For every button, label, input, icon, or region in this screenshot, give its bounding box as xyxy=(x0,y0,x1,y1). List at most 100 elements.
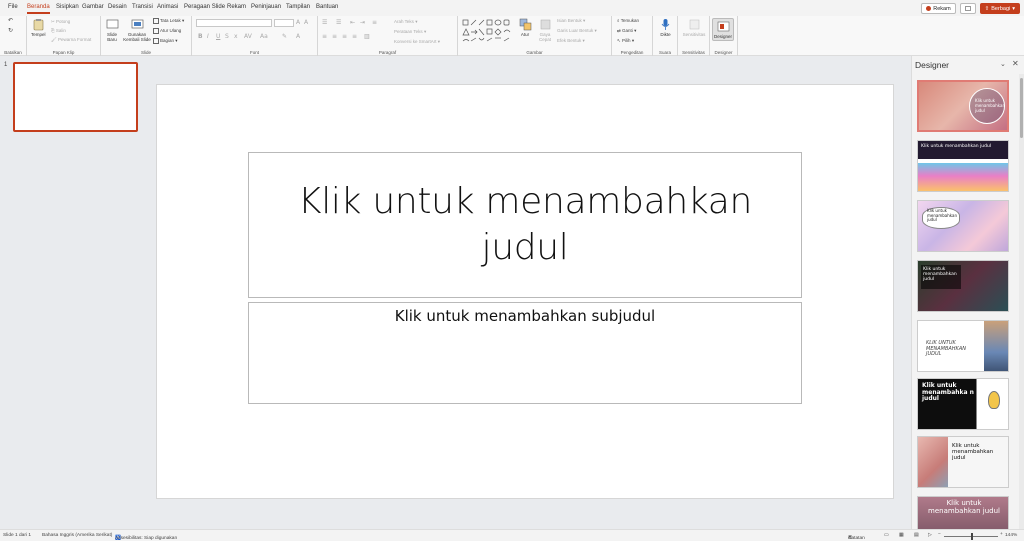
shapes-gallery[interactable] xyxy=(462,19,516,45)
format-painter-button[interactable]: 🖌 Pewarna Format xyxy=(51,37,91,43)
design-idea-3[interactable]: Klik untuk menambahkan judul xyxy=(917,200,1009,252)
group-undo: ↶ ↻ Batalkan xyxy=(0,16,27,56)
select-button[interactable]: ↖ Pilih ▾ xyxy=(617,38,634,44)
cut-button[interactable]: ✂ Potong xyxy=(51,19,70,25)
undo-icon[interactable]: ↶ xyxy=(8,17,13,24)
font-size-input[interactable] xyxy=(274,19,294,27)
design-idea-7[interactable]: Klik untuk menambahkan judul xyxy=(917,436,1009,488)
tab-transitions[interactable]: Transisi xyxy=(132,4,153,10)
replace-button[interactable]: ⇄ Ganti ▾ xyxy=(617,28,636,34)
layout-button[interactable]: Tata Letak ▾ xyxy=(153,18,184,24)
design-idea-2[interactable]: Klik untuk menambahkan judul xyxy=(917,140,1009,192)
quick-styles-button[interactable]: Gaya Cepat xyxy=(536,18,554,42)
shape-effects-button[interactable]: Efek Bentuk ▾ xyxy=(557,38,585,44)
reuse-slides-label: Gunakan Kembali Slide xyxy=(123,32,151,42)
paste-button[interactable]: Tempel xyxy=(31,18,46,37)
text-direction-button[interactable]: Arah Teks ▾ xyxy=(394,19,417,25)
numbering-icon[interactable]: ☰ xyxy=(336,19,341,26)
tab-home[interactable]: Beranda xyxy=(27,4,50,14)
new-slide-button[interactable]: Slide Baru xyxy=(103,18,121,42)
tab-slide-show[interactable]: Peragaan Slide xyxy=(184,4,225,10)
tab-animations[interactable]: Animasi xyxy=(157,4,178,10)
tab-view[interactable]: Tampilan xyxy=(286,4,310,10)
cursor-icon: ↖ xyxy=(617,38,621,43)
reset-button[interactable]: Atur Ulang xyxy=(153,28,181,34)
zoom-in-icon[interactable]: + xyxy=(1000,532,1003,537)
increase-indent-icon[interactable]: ⇥ xyxy=(360,19,365,26)
new-slide-icon xyxy=(106,19,118,29)
shape-fill-button[interactable]: Isian Bentuk ▾ xyxy=(557,18,585,24)
reuse-slides-button[interactable]: Gunakan Kembali Slide xyxy=(123,18,151,42)
chevron-down-icon[interactable]: ⌄ xyxy=(1000,60,1006,68)
find-button[interactable]: ⌕ Temukan xyxy=(617,18,639,23)
align-left-icon[interactable]: ≡ xyxy=(322,33,327,40)
tab-file[interactable]: File xyxy=(8,4,18,10)
align-right-icon[interactable]: ≡ xyxy=(342,33,347,40)
reading-view-icon[interactable]: ▤ xyxy=(914,533,919,538)
align-text-button[interactable]: Perataan Teks ▾ xyxy=(394,29,426,35)
designer-scrollbar-thumb[interactable] xyxy=(1020,78,1023,138)
design-idea-4[interactable]: Klik untuk menambahkan judul xyxy=(917,260,1009,312)
tab-design[interactable]: Desain xyxy=(108,4,127,10)
grow-font-icon[interactable]: A xyxy=(296,19,300,26)
design-idea-1[interactable]: Klik untuk menambahkan judul xyxy=(917,80,1009,132)
slideshow-icon[interactable]: ▷ xyxy=(928,533,932,538)
group-label-undo: Batalkan xyxy=(4,50,22,55)
design-idea-5[interactable]: KLIK UNTUK MENAMBAHKAN JUDUL xyxy=(917,320,1009,372)
tab-insert[interactable]: Sisipkan xyxy=(56,4,79,10)
font-color-icon[interactable]: A xyxy=(296,33,300,40)
tab-review[interactable]: Peninjauan xyxy=(251,4,281,10)
highlight-icon[interactable]: ✎ xyxy=(282,33,287,40)
normal-view-icon[interactable]: ▭ xyxy=(884,533,889,538)
design-idea-6[interactable]: Klik untuk menambahka n judul xyxy=(917,378,1009,430)
bold-icon[interactable]: B xyxy=(198,33,203,40)
design-idea-8[interactable]: Klik untuk menambahkan judul xyxy=(917,496,1009,529)
dictate-button[interactable]: Dikte xyxy=(655,18,676,37)
subscript-icon[interactable]: x xyxy=(234,33,238,40)
italic-icon[interactable]: I xyxy=(207,33,209,40)
tab-draw[interactable]: Gambar xyxy=(82,4,104,10)
zoom-level[interactable]: 144% xyxy=(1005,533,1017,538)
redo-icon[interactable]: ↻ xyxy=(8,27,13,34)
change-case-icon[interactable]: Aa xyxy=(260,33,268,40)
tab-help[interactable]: Bantuan xyxy=(316,4,338,10)
bullets-icon[interactable]: ☰ xyxy=(322,19,327,26)
underline-icon[interactable]: U xyxy=(216,33,220,40)
section-button[interactable]: Bagian ▾ xyxy=(153,38,178,44)
group-font: A A B I U S x AV Aa ✎ A Font xyxy=(192,16,318,56)
comments-button[interactable] xyxy=(959,3,976,14)
language-indicator[interactable]: Bahasa Inggris (Amerika Serikat) xyxy=(42,533,112,538)
tab-record[interactable]: Rekam xyxy=(227,4,246,10)
justify-icon[interactable]: ≡ xyxy=(352,33,357,40)
group-slides: Slide Baru Gunakan Kembali Slide Tata Le… xyxy=(101,16,192,56)
arrange-button[interactable]: Atur xyxy=(518,18,532,37)
group-voice: Dikte Suara xyxy=(653,16,678,56)
line-spacing-icon[interactable]: ≡ xyxy=(372,19,377,26)
sensitivity-button[interactable]: Sensitivitas xyxy=(680,18,708,37)
subtitle-placeholder[interactable]: Klik untuk menambahkan subjudul xyxy=(248,302,802,404)
shrink-font-icon[interactable]: A xyxy=(304,19,308,26)
zoom-out-icon[interactable]: − xyxy=(938,532,941,537)
search-icon: ⌕ xyxy=(617,18,620,23)
close-icon[interactable]: ✕ xyxy=(1012,59,1019,68)
slide-sorter-icon[interactable]: ▦ xyxy=(899,533,904,538)
design-idea-text: Klik untuk menambahkan judul xyxy=(975,98,1005,113)
slide-thumbnail[interactable] xyxy=(13,62,138,132)
slide-canvas[interactable]: Klik untuk menambahkan judul Klik untuk … xyxy=(157,85,893,498)
record-button[interactable]: Rekam xyxy=(921,3,956,14)
zoom-slider-handle[interactable] xyxy=(971,533,973,540)
designer-button[interactable]: Designer xyxy=(712,18,734,41)
group-label-designer: Designer xyxy=(714,50,733,55)
title-placeholder[interactable]: Klik untuk menambahkan judul xyxy=(248,152,802,298)
font-family-input[interactable] xyxy=(196,19,272,27)
spacing-icon[interactable]: AV xyxy=(244,33,252,40)
smartart-button[interactable]: Konversi ke SmartArt ▾ xyxy=(394,39,440,45)
designer-scrollbar[interactable] xyxy=(1019,74,1024,529)
decrease-indent-icon[interactable]: ⇤ xyxy=(350,19,355,26)
share-button[interactable]: ⇧ Berbagi ▾ xyxy=(979,3,1020,14)
columns-icon[interactable]: ▥ xyxy=(364,33,370,40)
shape-outline-button[interactable]: Garis Luar Bentuk ▾ xyxy=(557,28,597,34)
copy-button[interactable]: ⎘ Salin xyxy=(51,28,66,33)
align-center-icon[interactable]: ≡ xyxy=(332,33,337,40)
strikethrough-icon[interactable]: S xyxy=(225,33,229,40)
